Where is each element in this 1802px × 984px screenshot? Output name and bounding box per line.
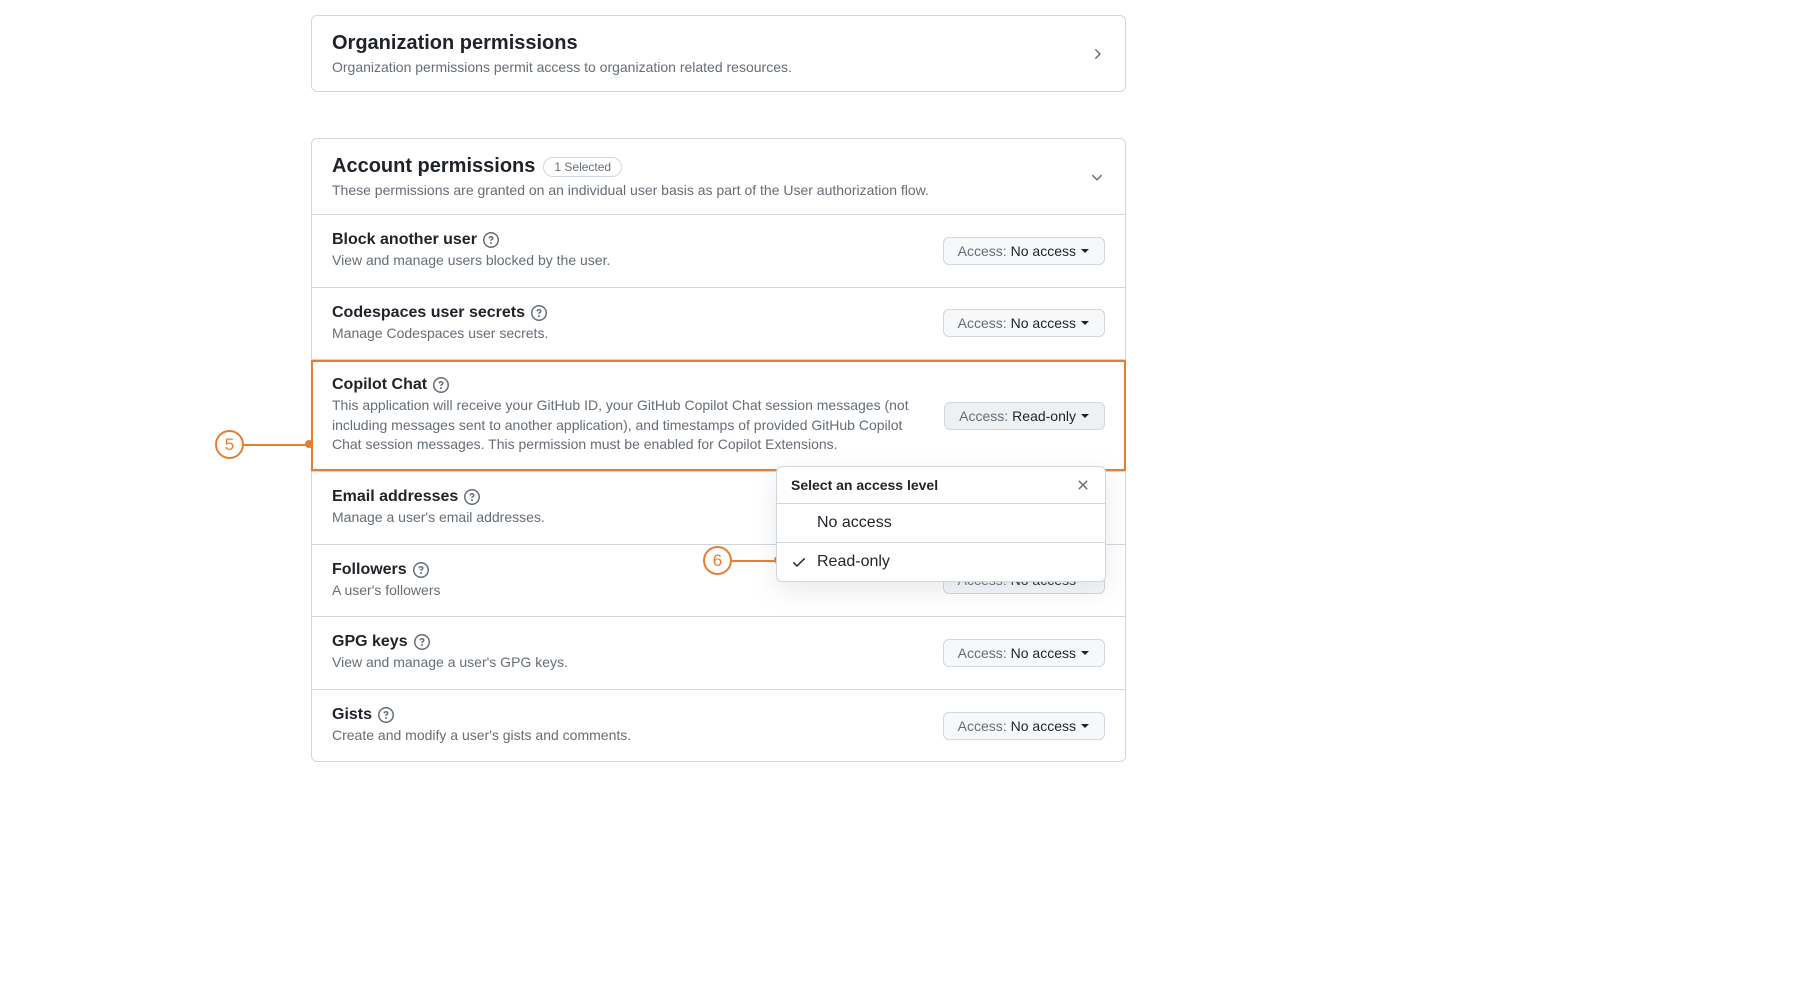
info-icon[interactable]	[433, 377, 449, 393]
permission-row-block-user: Block another user View and manage users…	[312, 214, 1125, 287]
permission-title: Email addresses	[332, 488, 458, 506]
annotation-callout-6: 6	[703, 546, 732, 575]
permission-row-codespaces-secrets: Codespaces user secrets Manage Codespace…	[312, 287, 1125, 360]
annotation-dot	[305, 440, 313, 448]
access-dropdown[interactable]: Access: No access	[943, 639, 1105, 667]
check-icon	[791, 554, 807, 570]
info-icon[interactable]	[413, 562, 429, 578]
popover-option-no-access[interactable]: No access	[777, 504, 1105, 542]
check-icon	[791, 515, 807, 531]
info-icon[interactable]	[378, 707, 394, 723]
permission-row-gpg-keys: GPG keys View and manage a user's GPG ke…	[312, 616, 1125, 689]
caret-down-icon	[1080, 408, 1090, 424]
permission-desc: This application will receive your GitHu…	[332, 396, 924, 455]
selected-count-badge: 1 Selected	[543, 157, 622, 177]
permission-desc: A user's followers	[332, 581, 923, 601]
access-dropdown[interactable]: Access: No access	[943, 712, 1105, 740]
caret-down-icon	[1080, 718, 1090, 734]
permission-title: Copilot Chat	[332, 376, 427, 394]
access-dropdown[interactable]: Access: No access	[943, 309, 1105, 337]
access-level-popover: Select an access level No access Read-on…	[776, 466, 1106, 582]
account-permissions-header[interactable]: Account permissions 1 Selected These per…	[312, 139, 1125, 214]
permission-row-copilot-chat: Copilot Chat This application will recei…	[312, 359, 1125, 471]
info-icon[interactable]	[531, 305, 547, 321]
caret-down-icon	[1080, 315, 1090, 331]
annotation-line	[732, 560, 776, 562]
permission-title: GPG keys	[332, 633, 408, 651]
organization-permissions-panel[interactable]: Organization permissions Organization pe…	[311, 15, 1126, 92]
annotation-line	[244, 444, 307, 446]
popover-title: Select an access level	[791, 477, 938, 493]
permission-desc: Manage Codespaces user secrets.	[332, 324, 923, 344]
account-permissions-panel: Account permissions 1 Selected These per…	[311, 138, 1126, 762]
account-permissions-subtitle: These permissions are granted on an indi…	[332, 182, 929, 198]
access-dropdown[interactable]: Access: Read-only	[944, 402, 1105, 430]
permission-title: Gists	[332, 706, 372, 724]
close-icon[interactable]	[1075, 477, 1091, 493]
org-permissions-title: Organization permissions	[332, 32, 792, 55]
access-dropdown[interactable]: Access: No access	[943, 237, 1105, 265]
permission-desc: View and manage a user's GPG keys.	[332, 653, 923, 673]
chevron-down-icon	[1089, 169, 1105, 185]
permission-title: Block another user	[332, 231, 477, 249]
info-icon[interactable]	[483, 232, 499, 248]
permission-desc: Create and modify a user's gists and com…	[332, 726, 923, 746]
permission-desc: View and manage users blocked by the use…	[332, 251, 923, 271]
permission-row-gists: Gists Create and modify a user's gists a…	[312, 689, 1125, 762]
permission-title: Followers	[332, 561, 407, 579]
annotation-callout-5: 5	[215, 430, 244, 459]
info-icon[interactable]	[414, 634, 430, 650]
permission-title: Codespaces user secrets	[332, 304, 525, 322]
caret-down-icon	[1080, 243, 1090, 259]
org-permissions-subtitle: Organization permissions permit access t…	[332, 59, 792, 75]
caret-down-icon	[1080, 645, 1090, 661]
popover-option-read-only[interactable]: Read-only	[777, 542, 1105, 581]
account-permissions-title: Account permissions	[332, 155, 535, 178]
info-icon[interactable]	[464, 489, 480, 505]
chevron-right-icon	[1089, 46, 1105, 62]
